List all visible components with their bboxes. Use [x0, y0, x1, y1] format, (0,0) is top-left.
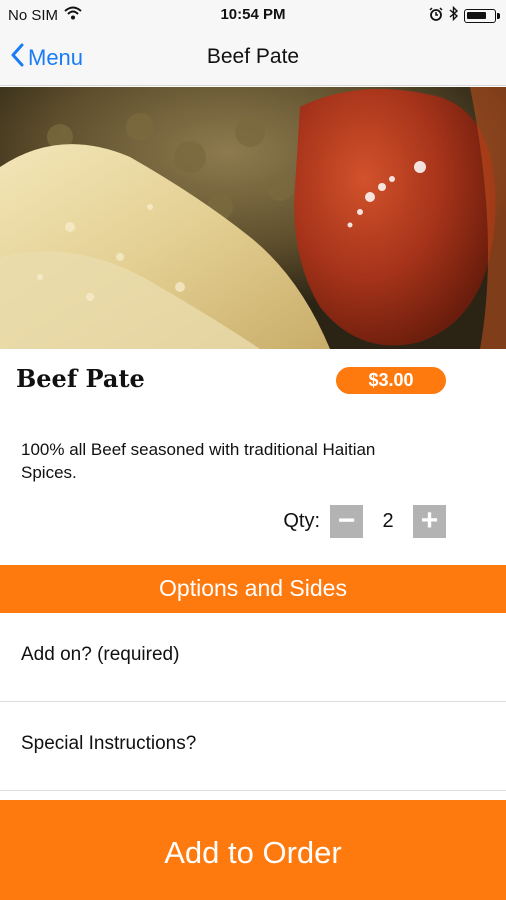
item-photo [0, 87, 506, 349]
item-name: Beef Pate [16, 364, 145, 393]
bluetooth-icon [449, 5, 459, 25]
alarm-icon [429, 6, 443, 25]
option-label: Add on? (required) [21, 644, 180, 665]
option-row-add-on[interactable]: Add on? (required) [0, 614, 506, 702]
increment-button[interactable]: + [413, 505, 446, 538]
status-bar: No SIM 10:54 PM [0, 0, 506, 32]
battery-fill [467, 11, 486, 19]
option-label: Special Instructions? [21, 733, 197, 754]
options-header: Options and Sides [0, 565, 506, 613]
battery-icon [464, 8, 500, 23]
status-right [429, 5, 500, 25]
page-title: Beef Pate [206, 45, 300, 68]
quantity-label: Qty: [283, 510, 320, 532]
add-to-order-button[interactable]: Add to Order [0, 800, 506, 900]
price-badge: $3.00 [336, 367, 446, 394]
option-row-special-instructions[interactable]: Special Instructions? [0, 703, 506, 791]
quantity-stepper: Qty: − 2 + [283, 505, 446, 538]
quantity-value: 2 [382, 510, 394, 532]
navigation-bar: Menu Beef Pate [0, 32, 506, 86]
item-description: 100% all Beef seasoned with traditional … [21, 440, 376, 482]
decrement-button[interactable]: − [330, 505, 363, 538]
